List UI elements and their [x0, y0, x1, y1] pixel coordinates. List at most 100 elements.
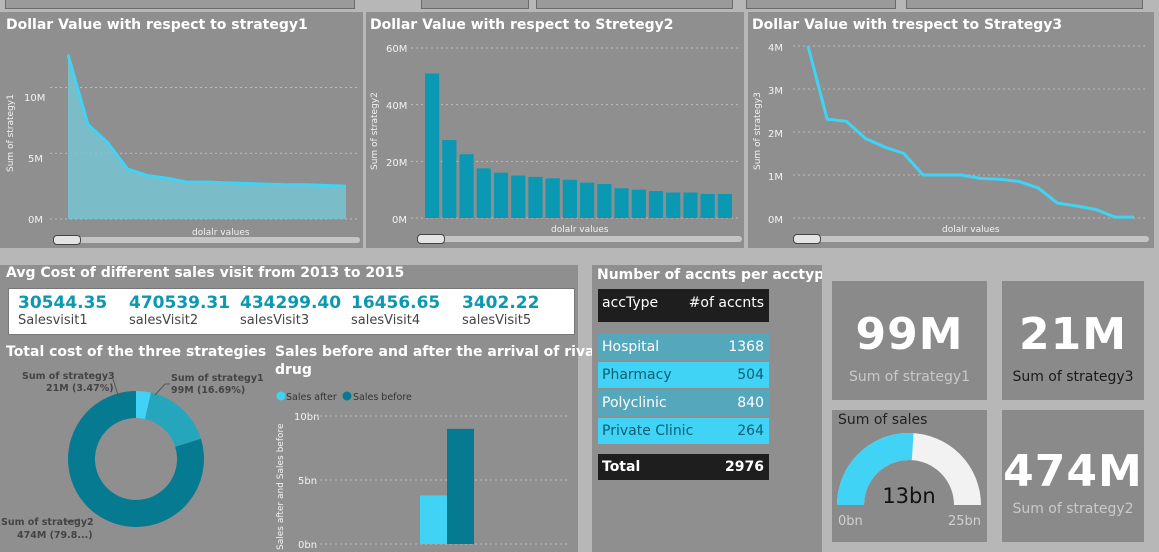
rival-bar-sales-after: [420, 495, 447, 544]
strategy3-xlabel: dolalr values: [942, 225, 1000, 235]
rival-title-line1: Sales before and after the arrival of ri…: [275, 344, 600, 360]
donut-label-s3-name: Sum of strategy3: [22, 371, 115, 382]
strategy2-bar: [580, 182, 595, 218]
avgcost-kpi-strip: 30544.35 Salesvisit1 470539.31 salesVisi…: [8, 288, 575, 335]
rival-bar-sales-before: [447, 428, 474, 544]
accounts-row-pharmacy[interactable]: Pharmacy 504: [598, 362, 769, 388]
gauge-value: 13bn: [882, 484, 935, 508]
donut-leader-s1: [154, 383, 170, 396]
strategy1-scrollbar[interactable]: [53, 235, 360, 245]
card-strategy2-value: 474M: [1003, 446, 1143, 497]
gauge-min: 0bn: [838, 514, 863, 529]
strategy1-scroll-thumb[interactable]: [53, 235, 81, 245]
card-strategy3: 21M Sum of strategy3: [1002, 281, 1144, 400]
strategy2-bar: [562, 179, 577, 218]
strategy2-scrollbar[interactable]: [417, 234, 742, 244]
top-button-1[interactable]: [5, 0, 355, 9]
strategy2-scroll-thumb[interactable]: [417, 234, 445, 244]
strategy1-tick-2: 10M: [24, 93, 45, 104]
legend-after-swatch: [276, 391, 286, 401]
strategies-donut-chart: Sum of strategy3 21M (3.47%) Sum of stra…: [1, 371, 264, 541]
strategy1-ylabel: Sum of strategy1: [6, 94, 16, 172]
card-strategy1-label: Sum of strategy1: [848, 369, 971, 385]
strategy2-bar: [597, 184, 612, 218]
strategy2-bar: [717, 193, 732, 218]
top-button-2[interactable]: [421, 0, 529, 9]
legend-after-label: Sales after: [286, 392, 337, 403]
accounts-total-label: Total: [602, 459, 641, 475]
donut-label-s2-name: Sum of strategy2: [1, 517, 94, 528]
accounts-row-hospital[interactable]: Hospital 1368: [598, 334, 769, 360]
strategy2-bar: [493, 172, 509, 218]
accounts-row-polyclinic[interactable]: Polyclinic 840: [598, 390, 769, 416]
avgcost-kpi-1-label: Salesvisit1: [18, 313, 88, 328]
card-strategy3-label: Sum of strategy3: [1012, 369, 1134, 385]
strategy3-tick-4: 4M: [768, 43, 783, 54]
strategy1-tick-0: 0M: [28, 215, 43, 226]
accounts-row-count: 504: [737, 367, 764, 383]
accounts-header: accType #of accnts: [598, 289, 769, 322]
strategy2-bar: [442, 140, 457, 218]
avgcost-kpi-3: 434299.40 salesVisit3: [240, 293, 341, 328]
accounts-title: Number of accnts per acctype: [597, 267, 834, 283]
accounts-row-count: 264: [737, 423, 764, 439]
strategy3-scrollbar[interactable]: [793, 234, 1149, 244]
rival-sales-chart: Sales after Sales before 0bn 5bn 10bn Sa…: [276, 391, 567, 551]
strategy3-chart-panel: Dollar Value with trespect to Strategy3 …: [748, 12, 1154, 248]
accounts-row-private-clinic[interactable]: Private Clinic 264: [598, 418, 769, 444]
accounts-row-type: Pharmacy: [602, 367, 672, 383]
card-gauge: Sum of sales 13bn 0bn 25bn: [832, 410, 987, 542]
rival-ylabel: Sales after and Sales before: [276, 423, 286, 550]
accounts-row-type: Private Clinic: [602, 423, 694, 439]
card-strategy2: 474M Sum of strategy2: [1002, 410, 1144, 542]
avgcost-kpi-1-value: 30544.35: [18, 293, 108, 313]
strategy3-tick-1: 1M: [768, 172, 783, 183]
strategy2-bar: [666, 192, 681, 218]
avgcost-title: Avg Cost of different sales visit from 2…: [6, 265, 405, 281]
avgcost-kpi-5-label: salesVisit5: [462, 313, 532, 328]
top-button-3[interactable]: [536, 0, 733, 9]
card-strategy1-value: 99M: [855, 309, 964, 360]
strategy2-bar: [528, 176, 543, 218]
avgcost-kpi-4-value: 16456.65: [351, 293, 441, 313]
accounts-col-type[interactable]: accType: [602, 295, 658, 311]
strategy3-tick-2: 2M: [768, 129, 783, 140]
strategy3-ylabel: Sum of strategy3: [753, 92, 763, 170]
accounts-row-count: 1368: [728, 339, 764, 355]
avgcost-kpi-2-value: 470539.31: [129, 293, 231, 313]
sales-gauge: 13bn 0bn 25bn: [837, 433, 981, 529]
strategy2-bar: [700, 193, 715, 218]
avgcost-kpi-4: 16456.65 salesVisit4: [351, 293, 440, 328]
avgcost-kpi-4-label: salesVisit4: [351, 313, 421, 328]
accounts-total-value: 2976: [725, 459, 764, 475]
strategy2-chart-panel: Dollar Value with respect to Stretegy2 0…: [366, 12, 744, 248]
donut-label-s1-name: Sum of strategy1: [171, 373, 264, 384]
strategy2-bar: [425, 73, 440, 218]
donut-title: Total cost of the three strategies: [6, 344, 267, 360]
gauge-max: 25bn: [948, 514, 981, 529]
donut-label-s1-value: 99M (16.69%): [171, 385, 245, 396]
strategy3-scroll-thumb[interactable]: [793, 234, 821, 244]
avgcost-kpi-2: 470539.31 salesVisit2: [129, 293, 230, 328]
avgcost-kpi-5-value: 3402.22: [462, 293, 540, 313]
avgcost-kpi-3-value: 434299.40: [240, 293, 342, 313]
accounts-total-row: Total 2976: [598, 454, 769, 480]
strategy2-tick-0: 0M: [392, 215, 407, 226]
rival-tick-0: 0bn: [298, 540, 317, 551]
strategy3-tick-0: 0M: [768, 215, 783, 226]
strategy1-area-chart: 0M 5M 10M Sum of strategy1 dolalr values: [6, 54, 360, 238]
top-button-4[interactable]: [746, 0, 896, 9]
strategy2-bar: [683, 192, 698, 218]
card-strategy2-label: Sum of strategy2: [1012, 501, 1134, 517]
strategy2-bar: [631, 189, 646, 218]
strategy1-tick-1: 5M: [28, 154, 43, 165]
strategy2-tick-3: 60M: [386, 44, 407, 55]
strategy2-bar: [648, 191, 664, 218]
top-button-5[interactable]: [906, 0, 1143, 9]
avgcost-kpi-3-label: salesVisit3: [240, 313, 310, 328]
rival-tick-2: 10bn: [294, 412, 319, 423]
accounts-col-count[interactable]: #of accnts: [689, 295, 764, 311]
strategy2-bar: [614, 188, 629, 218]
accounts-panel: Number of accnts per acctype accType #of…: [592, 265, 834, 552]
strategy3-line: [806, 45, 1134, 219]
